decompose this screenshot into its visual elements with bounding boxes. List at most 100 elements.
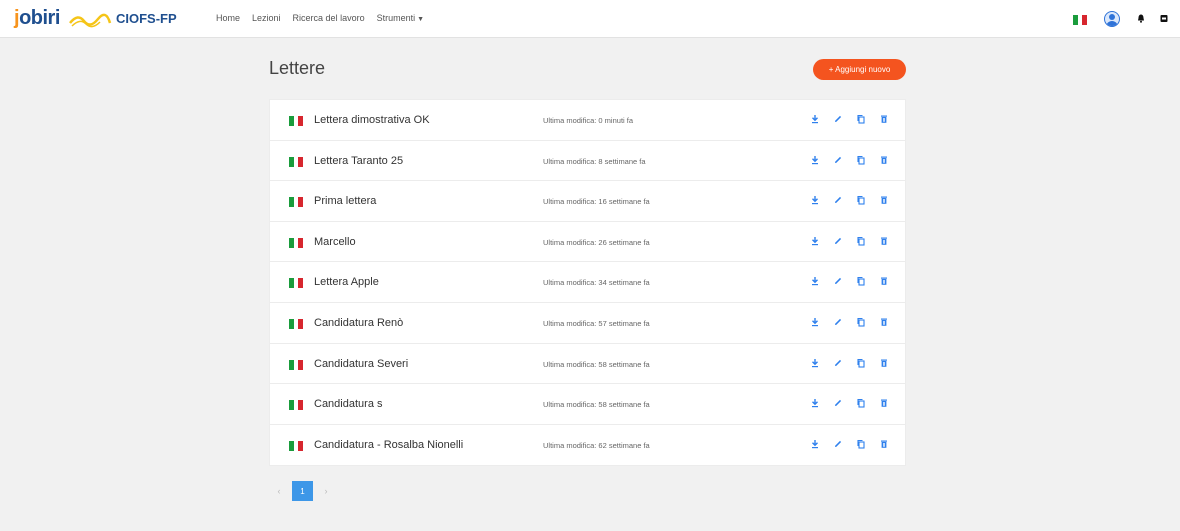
last-modified-text: Ultima modifica: 58 settimane fa (543, 359, 650, 369)
delete-icon[interactable] (878, 438, 890, 450)
list-item[interactable]: Candidatura Renò Ultima modifica: 57 sett… (270, 303, 905, 344)
row-actions (809, 316, 890, 328)
nav-strumenti[interactable]: Strumenti ▼ (377, 13, 424, 23)
row-actions (809, 438, 890, 450)
letter-name[interactable]: Lettera Taranto 25 (314, 155, 403, 167)
nav-lezioni[interactable]: Lezioni (252, 13, 281, 23)
edit-icon[interactable] (832, 316, 844, 328)
letter-name[interactable]: Lettera Apple (314, 276, 379, 288)
logout-icon[interactable] (1160, 14, 1168, 23)
list-item[interactable]: Candidatura - Rosalba Nionelli Ultima mod… (270, 425, 905, 466)
row-actions (809, 113, 890, 125)
user-avatar-icon[interactable] (1104, 11, 1120, 27)
top-navbar: jjobiriobiri CIOFS-FP Home Lezioni Ricer… (0, 0, 1180, 38)
list-item[interactable]: Lettera Apple Ultima modifica: 34 settima… (270, 262, 905, 303)
download-icon[interactable] (809, 154, 821, 166)
ciofs-logo-text: CIOFS-FP (116, 11, 177, 26)
letter-name[interactable]: Candidatura - Rosalba Nionelli (314, 439, 463, 451)
last-modified-text: Ultima modifica: 16 settimane fa (543, 197, 650, 207)
copy-icon[interactable] (855, 275, 867, 287)
row-actions (809, 154, 890, 166)
italian-flag-icon (289, 278, 304, 289)
nav-strumenti-label: Strumenti (376, 13, 416, 23)
last-modified-text: Ultima modifica: 34 settimane fa (543, 278, 650, 288)
list-item[interactable]: Marcello Ultima modifica: 26 settimane fa (270, 222, 905, 263)
italian-flag-icon (289, 237, 304, 248)
italian-flag-icon (289, 116, 304, 126)
italian-flag-icon (289, 359, 304, 370)
letter-name[interactable]: Prima lettera (314, 195, 376, 207)
italian-flag-icon (289, 440, 304, 451)
edit-icon[interactable] (832, 275, 844, 287)
delete-icon[interactable] (878, 397, 890, 409)
row-actions (809, 194, 890, 206)
list-item[interactable]: Candidatura Severi Ultima modifica: 58 se… (270, 344, 905, 385)
letter-name[interactable]: Marcello (314, 236, 356, 248)
delete-icon[interactable] (878, 113, 890, 125)
chevron-down-icon: ▼ (417, 16, 425, 23)
copy-icon[interactable] (855, 316, 867, 328)
edit-icon[interactable] (832, 194, 844, 206)
copy-icon[interactable] (855, 397, 867, 409)
last-modified-text: Ultima modifica: 57 settimane fa (543, 318, 650, 328)
nav-ricerca-lavoro[interactable]: Ricerca del lavoro (293, 13, 365, 23)
copy-icon[interactable] (855, 154, 867, 166)
delete-icon[interactable] (878, 194, 890, 206)
pagination-next-button[interactable]: › (319, 481, 333, 501)
main-nav: Home Lezioni Ricerca del lavoro Strument… (216, 13, 424, 23)
copy-icon[interactable] (855, 113, 867, 125)
pagination: ‹ 1 › (272, 481, 333, 501)
delete-icon[interactable] (878, 357, 890, 369)
pagination-prev-button[interactable]: ‹ (272, 481, 286, 501)
letter-name[interactable]: Candidatura Renò (314, 317, 403, 329)
page-title: Lettere (269, 58, 326, 78)
list-item[interactable]: Lettera Taranto 25 Ultima modifica: 8 set… (270, 141, 905, 182)
download-icon[interactable] (809, 316, 821, 328)
download-icon[interactable] (809, 275, 821, 287)
add-new-button[interactable]: + Aggiungi nuovo (813, 59, 906, 80)
letter-name[interactable]: Candidatura s (314, 398, 383, 410)
edit-icon[interactable] (832, 397, 844, 409)
last-modified-text: Ultima modifica: 62 settimane fa (543, 440, 650, 450)
italian-flag-icon (289, 318, 304, 329)
edit-icon[interactable] (832, 154, 844, 166)
nav-home[interactable]: Home (216, 13, 240, 23)
last-modified-text: Ultima modifica: 58 settimane fa (543, 400, 650, 410)
edit-icon[interactable] (832, 357, 844, 369)
italian-flag-icon (289, 156, 304, 167)
last-modified-text: Ultima modifica: 26 settimane fa (543, 237, 650, 247)
list-item[interactable]: Candidatura s Ultima modifica: 58 settima… (270, 384, 905, 425)
row-actions (809, 275, 890, 287)
delete-icon[interactable] (878, 154, 890, 166)
bell-icon[interactable] (1137, 14, 1145, 23)
row-actions (809, 357, 890, 369)
delete-icon[interactable] (878, 316, 890, 328)
edit-icon[interactable] (832, 113, 844, 125)
copy-icon[interactable] (855, 235, 867, 247)
italian-flag-icon (289, 197, 304, 208)
copy-icon[interactable] (855, 194, 867, 206)
pagination-page-1[interactable]: 1 (292, 481, 313, 501)
copy-icon[interactable] (855, 438, 867, 450)
delete-icon[interactable] (878, 275, 890, 287)
download-icon[interactable] (809, 235, 821, 247)
letter-name[interactable]: Candidatura Severi (314, 358, 408, 370)
download-icon[interactable] (809, 438, 821, 450)
edit-icon[interactable] (832, 235, 844, 247)
letter-name[interactable]: Lettera dimostrativa OK (314, 114, 430, 126)
list-item[interactable]: Prima lettera Ultima modifica: 16 settima… (270, 181, 905, 222)
row-actions (809, 397, 890, 409)
delete-icon[interactable] (878, 235, 890, 247)
row-actions (809, 235, 890, 247)
download-icon[interactable] (809, 113, 821, 125)
copy-icon[interactable] (855, 357, 867, 369)
list-item[interactable]: Lettera dimostrativa OK Ultima modifica: … (270, 100, 905, 141)
download-icon[interactable] (809, 194, 821, 206)
ciofs-swirl-icon (69, 13, 112, 28)
download-icon[interactable] (809, 397, 821, 409)
language-flag-icon[interactable] (1073, 15, 1088, 25)
jobiri-logo[interactable]: jjobiriobiri (14, 8, 60, 28)
last-modified-text: Ultima modifica: 8 settimane fa (543, 156, 646, 166)
edit-icon[interactable] (832, 438, 844, 450)
download-icon[interactable] (809, 357, 821, 369)
